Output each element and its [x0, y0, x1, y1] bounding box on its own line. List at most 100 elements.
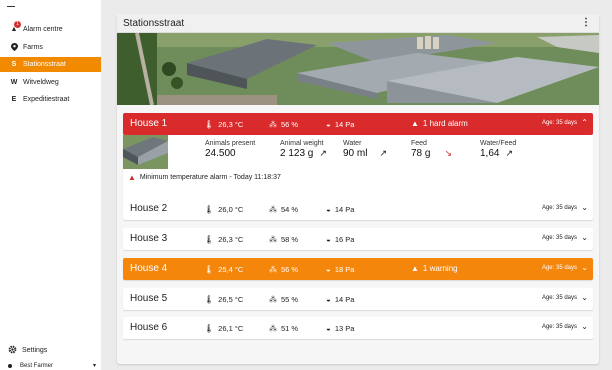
sidebar-item-label: Witveldweg	[23, 79, 59, 86]
metric-water-feed: Water/Feed 1,64 ↗	[480, 140, 517, 159]
house-name: House 6	[130, 322, 168, 333]
alarm-message[interactable]: ▲ Minimum temperature alarm - Today 11:1…	[128, 173, 281, 182]
age-label: Age: 35 days	[541, 205, 577, 211]
farm-letter: E	[11, 96, 17, 103]
humidity-icon: ⁂	[269, 295, 277, 304]
humidity-value: ⁂ 58 %	[269, 235, 299, 244]
gear-icon	[8, 345, 17, 356]
farm-letter: W	[10, 79, 18, 86]
warning-icon: ▲	[411, 119, 419, 128]
house-row-5[interactable]: House 5 🌡 26,5 °C ⁂ 55 % ◒ 14 Pa Age: 35 da…	[123, 288, 593, 310]
house-row-1[interactable]: House 1 🌡 26,3 °C ⁂ 56 % ◒ 14 Pa ▲ 1 hard al…	[123, 113, 593, 135]
trend-up-icon: ↗	[505, 148, 514, 158]
pressure-value: ◒ 13 Pa	[326, 324, 355, 333]
sidebar-item-label: Farms	[23, 44, 43, 51]
settings-label: Settings	[22, 347, 48, 354]
humidity-value: ⁂ 51 %	[269, 324, 299, 333]
chevron-down-icon[interactable]: ⌄	[581, 322, 588, 331]
humidity-icon: ⁂	[269, 324, 277, 333]
humidity-icon: ⁂	[269, 265, 277, 274]
pressure-gauge-icon: ◒	[326, 295, 331, 304]
metric-feed: Feed 78 g ↘	[411, 140, 453, 159]
more-options-icon[interactable]: ⋮	[581, 17, 591, 28]
thermometer-icon: 🌡	[204, 295, 215, 304]
pressure-gauge-icon: ◒	[326, 120, 331, 129]
thermometer-icon: 🌡	[204, 265, 215, 274]
pressure-gauge-icon: ◒	[326, 324, 331, 333]
trend-down-icon: ↘	[444, 148, 453, 158]
warning-icon: ▲	[411, 264, 419, 273]
thermometer-icon: 🌡	[204, 120, 215, 129]
thermometer-icon: 🌡	[204, 205, 215, 214]
trend-up-icon: ↗	[379, 148, 387, 158]
settings-button[interactable]: Settings	[8, 345, 47, 356]
sidebar-item-stationsstraat[interactable]: S Stationsstraat	[0, 57, 101, 72]
user-menu[interactable]: Best Farmer ▾	[8, 362, 96, 369]
house-row-4[interactable]: House 4 🌡 25,4 °C ⁂ 56 % ◒ 18 Pa ▲ 1 warning…	[123, 258, 593, 280]
pressure-value: ◒ 16 Pa	[326, 235, 355, 244]
metric-animal-weight: Animal weight 2 123 g ↗	[280, 140, 327, 159]
pressure-value: ◒ 14 Pa	[326, 205, 355, 214]
house-row-3[interactable]: House 3 🌡 26,3 °C ⁂ 58 % ◒ 16 Pa Age: 35 da…	[123, 228, 593, 250]
house-row-6[interactable]: House 6 🌡 26,1 °C ⁂ 51 % ◒ 13 Pa Age: 35 da…	[123, 317, 593, 339]
sidebar: ▲ Alarm centre 1 Farms S Stationsstraat …	[0, 0, 101, 370]
pressure-value: ◒ 18 Pa	[326, 265, 355, 274]
metric-animals-present: Animals present 24.500	[205, 140, 256, 159]
house-name: House 1	[130, 118, 168, 129]
house-row-2[interactable]: House 2 🌡 26,0 °C ⁂ 54 % ◒ 14 Pa Age: 35 da…	[123, 198, 593, 220]
alarm-count-badge: 1	[14, 21, 21, 28]
pressure-gauge-icon: ◒	[326, 235, 331, 244]
temperature-value: 🌡 26,1 °C	[204, 324, 244, 333]
humidity-value: ⁂ 56 %	[269, 120, 299, 129]
temperature-value: 🌡 26,0 °C	[204, 205, 244, 214]
humidity-value: ⁂ 54 %	[269, 205, 299, 214]
user-avatar	[8, 363, 12, 368]
temperature-value: 🌡 26,5 °C	[204, 295, 244, 304]
chevron-up-icon[interactable]: ⌃	[581, 118, 588, 127]
farm-aerial-photo	[117, 33, 599, 105]
humidity-icon: ⁂	[269, 235, 277, 244]
chevron-down-icon[interactable]: ⌄	[581, 233, 588, 242]
age-label: Age: 35 days	[541, 324, 577, 330]
thermometer-icon: 🌡	[204, 324, 215, 333]
house-name: House 5	[130, 293, 168, 304]
humidity-value: ⁂ 56 %	[269, 265, 299, 274]
sidebar-item-witveldweg[interactable]: W Witveldweg	[0, 75, 101, 90]
farm-letter: S	[11, 61, 17, 68]
age-label: Age: 35 days	[541, 235, 577, 241]
sidebar-item-expeditiestraat[interactable]: E Expeditiestraat	[0, 92, 101, 107]
location-pin-icon	[8, 42, 20, 53]
chevron-down-icon[interactable]: ⌄	[581, 293, 588, 302]
chevron-down-icon[interactable]: ⌄	[581, 203, 588, 212]
house-name: House 2	[130, 203, 168, 214]
sidebar-item-label: Expeditiestraat	[23, 96, 70, 103]
pressure-gauge-icon: ◒	[326, 265, 331, 274]
alarm-text: Minimum temperature alarm - Today 11:18:…	[139, 174, 281, 181]
humidity-icon: ⁂	[269, 120, 277, 129]
chevron-down-icon[interactable]: ⌄	[581, 263, 588, 272]
metric-water: Water 90 ml ↗	[343, 140, 387, 159]
temperature-value: 🌡 26,3 °C	[204, 120, 244, 129]
sidebar-item-farms[interactable]: Farms	[0, 40, 101, 55]
house-name: House 3	[130, 233, 168, 244]
warning-icon: ▲	[128, 173, 136, 182]
trend-up-icon: ↗	[319, 148, 327, 158]
temperature-value: 🌡 26,3 °C	[204, 235, 244, 244]
caret-down-icon: ▾	[92, 363, 96, 369]
age-label: Age: 35 days	[541, 295, 577, 301]
age-label: Age: 35 days	[541, 120, 577, 126]
sidebar-item-label: Alarm centre	[23, 26, 63, 33]
house-thumbnail	[123, 135, 168, 169]
menu-icon[interactable]	[7, 6, 15, 7]
alarm-status: ▲ 1 hard alarm	[411, 119, 468, 128]
sidebar-item-label: Stationsstraat	[23, 61, 66, 68]
pressure-value: ◒ 14 Pa	[326, 295, 355, 304]
humidity-icon: ⁂	[269, 205, 277, 214]
warning-status: ▲ 1 warning	[411, 264, 458, 273]
pressure-gauge-icon: ◒	[326, 205, 331, 214]
house-detail-panel: Animals present 24.500 Animal weight 2 1…	[123, 135, 593, 201]
card-header: Stationsstraat ⋮	[117, 14, 599, 33]
humidity-value: ⁂ 55 %	[269, 295, 299, 304]
pressure-value: ◒ 14 Pa	[326, 120, 355, 129]
house-name: House 4	[130, 263, 168, 274]
